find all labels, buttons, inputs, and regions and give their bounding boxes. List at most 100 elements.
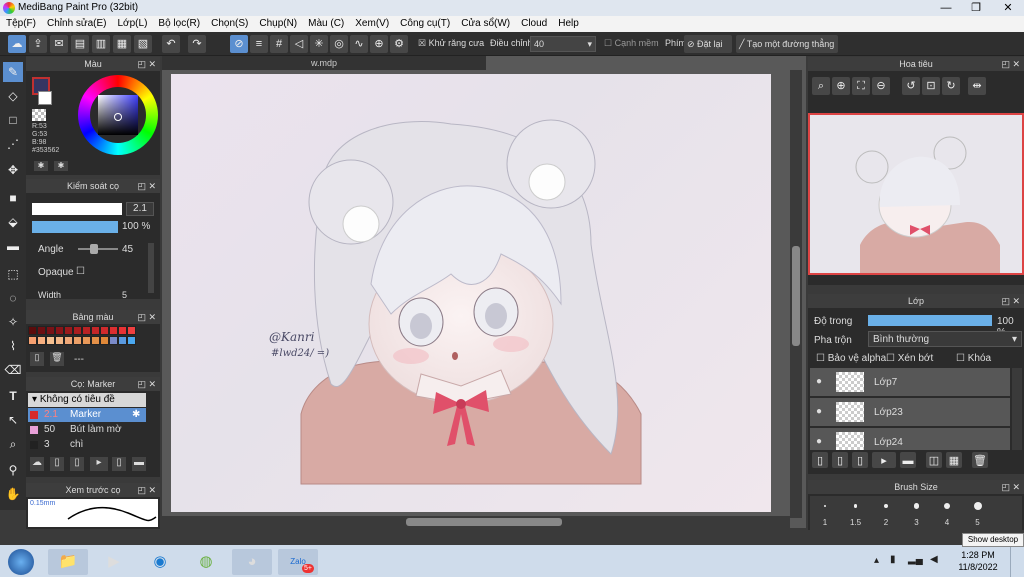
dock-icon[interactable]: ◰ <box>137 179 146 193</box>
eyedropper-icon[interactable]: ⌕ <box>3 434 23 454</box>
medibang-icon[interactable]: ◕ <box>232 549 272 575</box>
brush-size-preset[interactable]: 1.5 <box>841 496 871 530</box>
settings-icon[interactable]: ⚙ <box>390 35 408 53</box>
brush-size-preset[interactable]: 5 <box>963 496 993 530</box>
close-button[interactable]: ✕ <box>992 0 1024 16</box>
menu-snap[interactable]: Chụp(N) <box>253 16 302 29</box>
close-icon[interactable]: ✕ <box>1012 57 1020 71</box>
perspective-snap-icon[interactable]: ◁ <box>290 35 308 53</box>
hue-ring[interactable] <box>78 75 158 155</box>
palette-swatch[interactable] <box>127 326 136 335</box>
layer-row[interactable]: ● Lớp23 <box>810 398 1010 426</box>
brush-group[interactable]: ▾ Không có tiêu đề <box>28 393 146 407</box>
transparent-swatch[interactable] <box>32 109 46 121</box>
brush-tool-icon[interactable]: ✎ <box>3 62 23 82</box>
palette-swatch[interactable] <box>100 336 109 345</box>
close-icon[interactable]: ✕ <box>148 57 156 71</box>
protect-alpha-checkbox[interactable]: ☐ Bảo vệ alpha <box>816 353 886 364</box>
doc-icon[interactable]: ▥ <box>92 35 110 53</box>
brush-item-pencil[interactable]: 3 chì <box>28 438 146 452</box>
snap-off-icon[interactable]: ⊘ <box>230 35 248 53</box>
text-tool-icon[interactable]: T <box>3 386 23 406</box>
brush-opacity-slider[interactable] <box>32 221 118 233</box>
palette-swatch[interactable] <box>37 336 46 345</box>
brush-settings-icon[interactable]: ▯ <box>112 457 126 471</box>
start-button[interactable] <box>2 549 40 575</box>
lasso-tool-icon[interactable]: ◌ <box>3 288 23 308</box>
palette-swatch[interactable] <box>127 336 136 345</box>
palette-swatch[interactable] <box>100 326 109 335</box>
bucket-tool-icon[interactable]: ⬙ <box>3 212 23 232</box>
straight-line-button[interactable]: ╱ Tạo một đường thẳng <box>736 35 838 53</box>
palette-swatch[interactable] <box>37 326 46 335</box>
brush-size-preset[interactable]: 4 <box>932 496 962 530</box>
brush-size-preset[interactable]: 1 <box>810 496 840 530</box>
brush-size-preset[interactable]: 3 <box>902 496 932 530</box>
palette-swatch[interactable] <box>109 326 118 335</box>
parallel-snap-icon[interactable]: ≡ <box>250 35 268 53</box>
palette-swatch[interactable] <box>118 326 127 335</box>
select-eraser-icon[interactable]: ⌫ <box>3 360 23 380</box>
document-tab[interactable]: w.mdp <box>162 56 486 70</box>
dot-tool-icon[interactable]: ⋰ <box>3 134 23 154</box>
panel-icon[interactable]: ▧ <box>134 35 152 53</box>
eraser-tool-icon[interactable]: ◇ <box>3 86 23 106</box>
palette-swatch[interactable] <box>46 336 55 345</box>
new-layer-icon[interactable]: ▯ <box>812 452 828 468</box>
vertical-scrollbar[interactable] <box>790 70 802 518</box>
brush-item-marker[interactable]: 2.1 Marker ✱ <box>28 408 146 422</box>
palette-swatch[interactable] <box>28 336 37 345</box>
rotate-right-icon[interactable]: ↻ <box>942 77 960 95</box>
menu-filter[interactable]: Bộ lọc(R) <box>152 16 205 29</box>
color-option-icon[interactable]: ✱ <box>34 161 48 171</box>
crosshair-snap-icon[interactable]: ⊕ <box>370 35 388 53</box>
trash-icon[interactable]: 🗑 <box>50 352 64 366</box>
blend-select[interactable]: Bình thường ▾ <box>868 331 1022 347</box>
undo-icon[interactable]: ↶ <box>162 35 180 53</box>
network-icon[interactable]: ▮ <box>890 554 896 565</box>
app-icon[interactable]: ◍ <box>186 549 226 575</box>
palette-swatch[interactable] <box>73 336 82 345</box>
layer-mask-icon[interactable]: ▯ <box>852 452 868 468</box>
palette-swatch[interactable] <box>55 336 64 345</box>
magic-wand-icon[interactable]: ✧ <box>3 312 23 332</box>
comment-icon[interactable]: ✉ <box>50 35 68 53</box>
radial-snap-icon[interactable]: ✳ <box>310 35 328 53</box>
folder-icon[interactable]: ▬ <box>132 457 146 471</box>
redo-icon[interactable]: ↷ <box>188 35 206 53</box>
cloud-icon[interactable]: ☁ <box>8 35 26 53</box>
zoom-out-icon[interactable]: ⊖ <box>872 77 890 95</box>
palette-swatch[interactable] <box>28 326 37 335</box>
brush-item-blur[interactable]: 50 Bút làm mờ <box>28 423 146 437</box>
zalo-icon[interactable]: Zalo 5+ <box>278 549 318 575</box>
fit-icon[interactable]: ⛶ <box>852 77 870 95</box>
close-icon[interactable]: ✕ <box>148 377 156 391</box>
angle-slider[interactable] <box>78 244 118 254</box>
eye-icon[interactable]: ● <box>816 436 822 447</box>
navigator-preview[interactable] <box>808 113 1024 275</box>
menu-file[interactable]: Tệp(F) <box>0 16 41 29</box>
color-mode-icon[interactable]: ✱ <box>54 161 68 171</box>
clock[interactable]: 1:28 PM 11/8/2022 <box>950 549 1006 573</box>
dock-icon[interactable]: ◰ <box>137 310 146 324</box>
upload-icon[interactable]: ⇪ <box>29 35 47 53</box>
close-icon[interactable]: ✕ <box>148 483 156 497</box>
lock-checkbox[interactable]: ☐ Khóa <box>956 353 991 364</box>
menu-color[interactable]: Màu (C) <box>302 16 349 29</box>
palette-swatch[interactable] <box>109 336 118 345</box>
palette-swatch[interactable] <box>118 336 127 345</box>
dock-icon[interactable]: ◰ <box>1001 480 1010 494</box>
volume-icon[interactable]: ◀ <box>930 554 938 565</box>
page-icon[interactable]: ▤ <box>71 35 89 53</box>
new-palette-icon[interactable]: ▯ <box>30 352 44 366</box>
palette-swatch[interactable] <box>91 336 100 345</box>
horizontal-scrollbar[interactable] <box>162 516 790 528</box>
media-player-icon[interactable]: ▶ <box>94 549 134 575</box>
curve-snap-icon[interactable]: ∿ <box>350 35 368 53</box>
reset-button[interactable]: ⊘ Đặt lại <box>684 35 732 53</box>
grid-doc-icon[interactable]: ▦ <box>113 35 131 53</box>
drawing-canvas[interactable]: @Kanri #lwd24/ =) <box>171 74 771 512</box>
palette-swatch[interactable] <box>55 326 64 335</box>
copy-brush-icon[interactable]: ▯ <box>70 457 84 471</box>
close-icon[interactable]: ✕ <box>1012 480 1020 494</box>
